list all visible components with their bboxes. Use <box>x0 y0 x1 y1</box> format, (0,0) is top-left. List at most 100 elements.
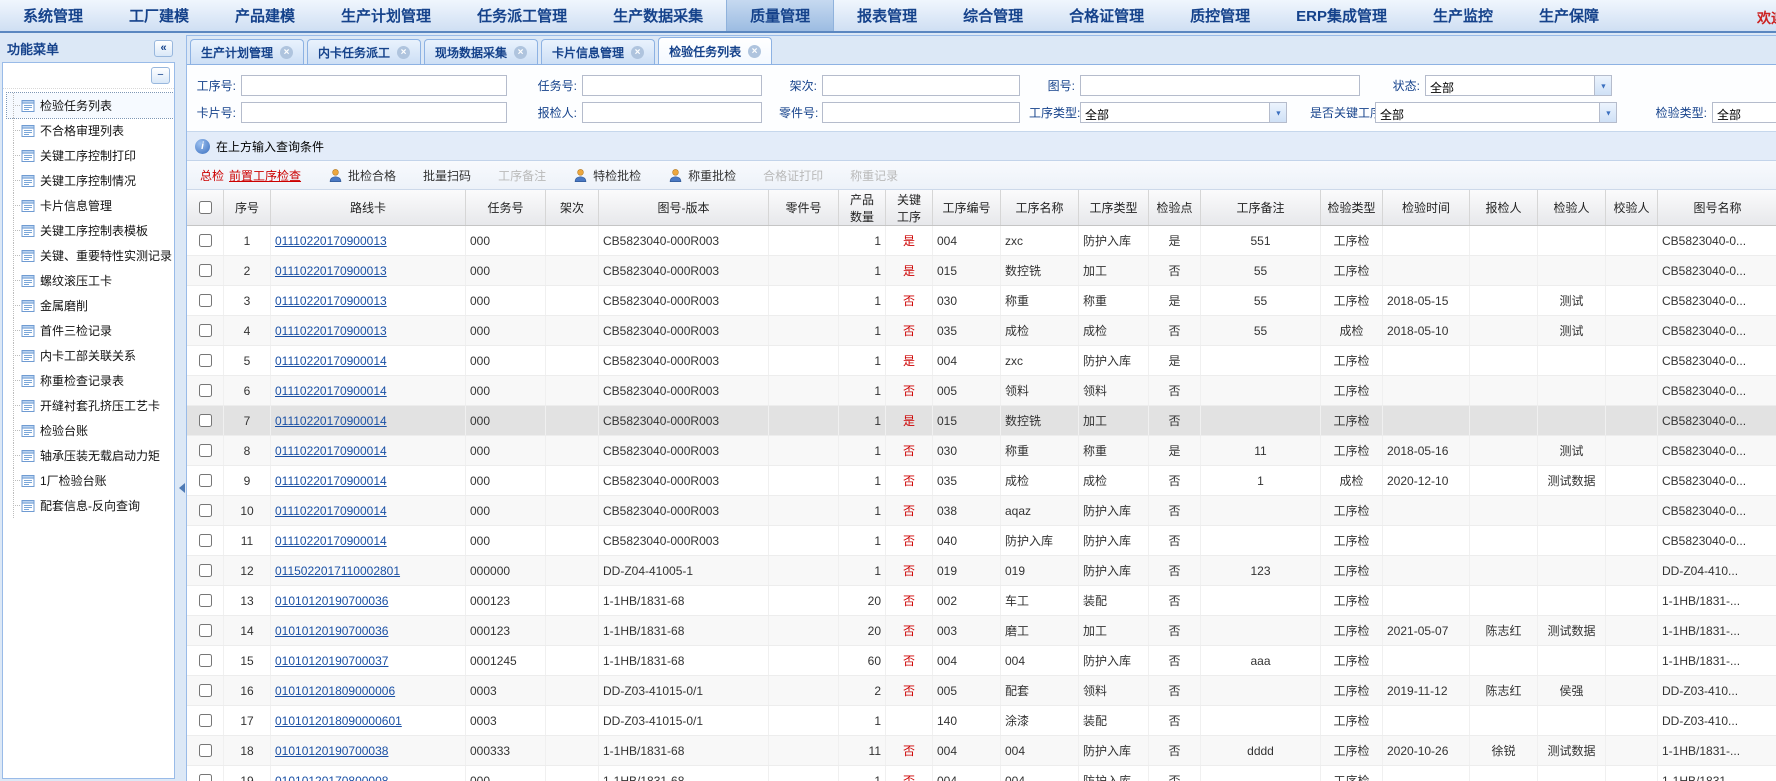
filter-input[interactable] <box>582 102 762 123</box>
row-checkbox[interactable] <box>199 684 212 697</box>
sidebar-splitter[interactable] <box>178 35 186 781</box>
nav-item-10[interactable]: 合格证管理 <box>1046 0 1167 31</box>
row-checkbox[interactable] <box>199 594 212 607</box>
tab-close-icon[interactable] <box>397 46 410 59</box>
row-checkbox[interactable] <box>199 534 212 547</box>
nav-item-6[interactable]: 生产数据采集 <box>590 0 726 31</box>
row-checkbox[interactable] <box>199 474 212 487</box>
column-header-reporter[interactable]: 报检人 <box>1470 190 1538 225</box>
column-header-op_no[interactable]: 工序编号 <box>933 190 1001 225</box>
sidebar-item-5[interactable]: 卡片信息管理 <box>7 193 174 218</box>
tab-5[interactable]: 检验任务列表 <box>658 37 772 64</box>
sidebar-item-8[interactable]: 螺纹滚压工卡 <box>7 268 174 293</box>
toolbar-button-7[interactable]: 合格证打印 <box>763 167 823 184</box>
route-card-link[interactable]: 01110220170900014 <box>275 444 387 458</box>
row-checkbox[interactable] <box>199 354 212 367</box>
column-header-op_name[interactable]: 工序名称 <box>1001 190 1079 225</box>
route-card-link[interactable]: 01110220170900013 <box>275 234 387 248</box>
tab-close-icon[interactable] <box>631 46 644 59</box>
column-header-qty[interactable]: 产品 数量 <box>839 190 886 225</box>
route-card-link[interactable]: 01110220170900013 <box>275 264 387 278</box>
sidebar-item-13[interactable]: 开缝衬套孔挤压工艺卡 <box>7 393 174 418</box>
tab-close-icon[interactable] <box>280 46 293 59</box>
nav-item-2[interactable]: 工厂建模 <box>106 0 212 31</box>
column-header-task_no[interactable]: 任务号 <box>466 190 546 225</box>
column-header-insp_time[interactable]: 检验时间 <box>1383 190 1470 225</box>
filter-select[interactable]: 全部 <box>1425 75 1612 96</box>
row-checkbox[interactable] <box>199 564 212 577</box>
row-checkbox[interactable] <box>199 264 212 277</box>
tab-2[interactable]: 内卡任务派工 <box>307 39 421 64</box>
filter-select[interactable]: 全部 <box>1375 102 1617 123</box>
nav-item-4[interactable]: 生产计划管理 <box>318 0 454 31</box>
route-card-link[interactable]: 0115022017110002801 <box>275 564 400 578</box>
column-header-sortie[interactable]: 架次 <box>546 190 599 225</box>
sidebar-item-3[interactable]: 关键工序控制打印 <box>7 143 174 168</box>
filter-input[interactable] <box>582 75 762 96</box>
sidebar-collapse-icon[interactable] <box>154 40 173 57</box>
route-card-link[interactable]: 01010120190700036 <box>275 594 388 608</box>
route-card-link[interactable]: 01110220170900014 <box>275 414 387 428</box>
column-header-op_type[interactable]: 工序类型 <box>1079 190 1149 225</box>
row-checkbox[interactable] <box>199 504 212 517</box>
filter-input[interactable] <box>1080 75 1360 96</box>
filter-input[interactable] <box>822 102 1020 123</box>
toolbar-button-6[interactable]: 称重批检 <box>668 167 736 184</box>
toolbar-button-1[interactable]: 总检前置工序检查 <box>200 167 301 184</box>
nav-item-12[interactable]: ERP集成管理 <box>1273 0 1410 31</box>
sidebar-item-14[interactable]: 检验台账 <box>7 418 174 443</box>
row-checkbox[interactable] <box>199 294 212 307</box>
row-checkbox[interactable] <box>199 444 212 457</box>
route-card-link[interactable]: 01110220170900014 <box>275 354 387 368</box>
tab-close-icon[interactable] <box>514 46 527 59</box>
column-header-part_no[interactable]: 零件号 <box>769 190 839 225</box>
route-card-link[interactable]: 01110220170900013 <box>275 324 387 338</box>
sidebar-item-15[interactable]: 轴承压装无载启动力矩 <box>7 443 174 468</box>
column-header-route_card[interactable]: 路线卡 <box>271 190 466 225</box>
route-card-link[interactable]: 01110220170900014 <box>275 504 387 518</box>
route-card-link[interactable]: 01110220170900014 <box>275 534 387 548</box>
sidebar-item-11[interactable]: 内卡工部关联关系 <box>7 343 174 368</box>
nav-item-14[interactable]: 生产保障 <box>1516 0 1622 31</box>
filter-select[interactable]: 全部 <box>1712 102 1776 123</box>
filter-select[interactable]: 全部 <box>1080 102 1287 123</box>
toolbar-button-8[interactable]: 称重记录 <box>850 167 898 184</box>
toolbar-button-4[interactable]: 工序备注 <box>498 167 546 184</box>
nav-item-7[interactable]: 质量管理 <box>726 0 834 31</box>
route-card-link[interactable]: 01110220170900013 <box>275 294 387 308</box>
sidebar-item-12[interactable]: 称重检查记录表 <box>7 368 174 393</box>
route-card-link[interactable]: 01010120190700037 <box>275 654 388 668</box>
filter-input[interactable] <box>241 102 507 123</box>
sidebar-item-7[interactable]: 关键、重要特性实测记录 <box>7 243 174 268</box>
route-card-link[interactable]: 01010120190700038 <box>275 744 388 758</box>
toolbar-button-3[interactable]: 批量扫码 <box>423 167 471 184</box>
filter-input[interactable] <box>241 75 507 96</box>
route-card-link[interactable]: 01010120190700036 <box>275 624 388 638</box>
select-all-checkbox[interactable] <box>199 201 212 214</box>
column-header-inspector[interactable]: 检验人 <box>1538 190 1606 225</box>
column-header-key_op[interactable]: 关键 工序 <box>886 190 933 225</box>
nav-item-11[interactable]: 质控管理 <box>1167 0 1273 31</box>
tab-close-icon[interactable] <box>748 45 761 58</box>
route-card-link[interactable]: 01110220170900014 <box>275 384 387 398</box>
toolbar-button-2[interactable]: 批检合格 <box>328 167 396 184</box>
tab-3[interactable]: 现场数据采集 <box>424 39 538 64</box>
row-checkbox[interactable] <box>199 324 212 337</box>
sidebar-item-9[interactable]: 金属磨削 <box>7 293 174 318</box>
tab-4[interactable]: 卡片信息管理 <box>541 39 655 64</box>
nav-item-5[interactable]: 任务派工管理 <box>454 0 590 31</box>
nav-item-8[interactable]: 报表管理 <box>834 0 940 31</box>
nav-item-1[interactable]: 系统管理 <box>0 0 106 31</box>
route-card-link[interactable]: 010101201809000006 <box>275 684 395 698</box>
splitter-collapse-icon[interactable] <box>179 483 185 493</box>
sidebar-item-10[interactable]: 首件三检记录 <box>7 318 174 343</box>
row-checkbox[interactable] <box>199 384 212 397</box>
column-header-op_remark[interactable]: 工序备注 <box>1201 190 1321 225</box>
row-checkbox[interactable] <box>199 714 212 727</box>
row-checkbox[interactable] <box>199 414 212 427</box>
toolbar-button-5[interactable]: 特检批检 <box>573 167 641 184</box>
route-card-link[interactable]: 01010120170800008 <box>275 774 388 781</box>
row-checkbox[interactable] <box>199 744 212 757</box>
row-checkbox[interactable] <box>199 654 212 667</box>
route-card-link[interactable]: 0101012018090000601 <box>275 714 402 728</box>
